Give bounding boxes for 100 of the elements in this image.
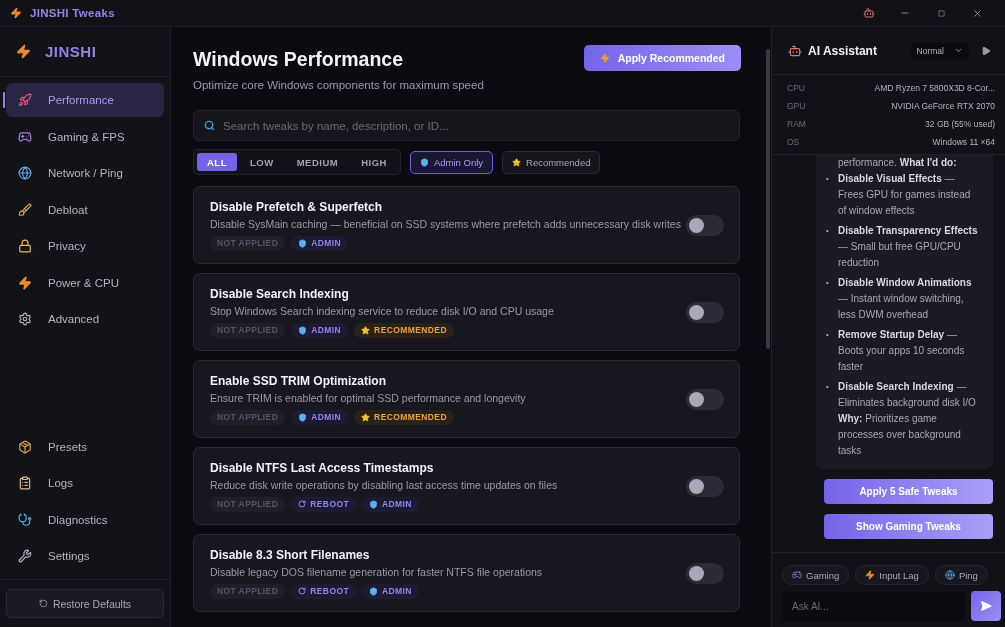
message-list-item: Disable Transparency Effects — Small but free GPU/CPU reduction [838,224,979,270]
level-tab[interactable]: HIGH [351,153,397,171]
tag: NOT APPLIED [210,583,286,599]
maximize-icon [937,9,945,17]
refresh-icon [298,500,307,508]
spec-value: NVIDIA GeForce RTX 2070 [890,100,995,112]
tag: RECOMMENDED [354,409,454,425]
shield-icon [369,586,378,596]
tag: REBOOT [291,496,356,512]
tweak-description: Disable legacy DOS filename generation for faster NTFS file operations [210,565,544,578]
message-text: performance. What I'd do: [837,156,958,170]
toggle-switch[interactable] [686,301,724,323]
globe-icon [18,166,32,180]
brand-name: JINSHI [45,43,97,60]
nav-item[interactable]: Presets [6,429,164,464]
tag: NOT APPLIED [210,322,286,338]
tag: ADMIN [362,583,419,599]
refresh-icon [298,587,307,595]
nav-item[interactable]: Logs [6,466,164,500]
stethoscope-icon [18,512,32,527]
mode-select[interactable]: Normal [910,42,969,59]
spec-value: 32 GB (55% used) [924,118,995,130]
restore-defaults-button[interactable]: Restore Defaults [6,589,164,618]
toggle-switch[interactable] [686,475,724,497]
chevron-down-icon [954,46,963,55]
suggestion-chip[interactable]: Gaming [782,565,850,585]
bullet: • [826,225,830,237]
suggestion-chip[interactable]: Ping [934,565,988,585]
search-input[interactable]: Search tweaks by name, description, or ID... [221,118,729,133]
message-text: Why: Prioritizes game processes over background tasks [837,412,962,458]
toggle-switch[interactable] [686,388,724,410]
rocket-icon [18,93,32,107]
gear-icon [18,312,32,326]
tag: NOT APPLIED [210,496,286,512]
nav-item[interactable]: Performance [6,83,164,117]
lightning-icon [865,570,876,580]
tag: ADMIN [291,409,349,425]
spec-label: RAM [787,118,806,130]
nav-item[interactable]: Settings [6,539,164,573]
tweak-title: Disable Prefetch & Superfetch [210,199,384,214]
spec-label: GPU [787,100,806,112]
tweak-description: Disable SysMain caching — beneficial on SSD systems where prefetch adds unnecessary disk writes [210,217,682,230]
tweak-title: Enable SSD TRIM Optimization [210,373,387,388]
bullet: • [826,277,830,289]
search-icon [204,120,215,131]
nav-item[interactable]: Diagnostics [6,502,164,537]
tag: RECOMMENDED [354,322,454,338]
apply-recommended-button[interactable]: Apply Recommended [583,45,741,71]
window-title: JINSHI Tweaks [30,7,115,19]
shield-icon [298,238,308,248]
wrench-icon [18,549,32,563]
nav-item[interactable]: Advanced [6,302,164,336]
shield-icon [298,412,308,422]
restore-icon [38,599,48,608]
package-icon [18,439,32,454]
spec-label: CPU [787,82,806,94]
tag: ADMIN [291,322,349,338]
filter-toggle[interactable]: Recommended [502,150,601,174]
nav-item[interactable]: Network / Ping [6,156,164,190]
bullet: • [826,329,830,341]
tweak-title: Disable 8.3 Short Filenames [210,547,371,562]
tweak-title: Disable NTFS Last Access Timestamps [210,460,435,475]
search-field[interactable]: Search tweaks by name, description, or ID... [193,110,740,141]
message-list-item: Disable Search Indexing — Eliminates background disk I/O [838,380,977,410]
brush-icon [18,202,32,217]
nav-item[interactable]: Power & CPU [6,265,164,300]
tweak-title: Disable Search Indexing [210,286,350,301]
bullet: • [826,173,830,185]
level-tab[interactable]: LOW [239,153,284,171]
gamepad-icon [792,570,802,580]
lightning-icon [599,53,610,63]
star-icon [361,412,371,422]
shield-icon [419,157,429,167]
message-list-item: Disable Visual Effects — Frees GPU for games instead of window effects [838,172,972,218]
lock-icon [18,239,32,253]
lightning-icon [10,7,22,19]
send-button[interactable] [971,591,1001,621]
star-icon [361,325,371,335]
play-icon [981,45,991,56]
suggestion-chip[interactable]: Input Lag [855,565,929,585]
lightning-icon [18,275,32,290]
page-title: Windows Performance [193,48,405,71]
level-tab[interactable]: MEDIUM [286,153,349,171]
tag: NOT APPLIED [210,409,286,425]
nav-item[interactable]: Debloat [6,192,164,227]
nav-item[interactable]: Privacy [6,229,164,263]
tag: ADMIN [291,235,349,251]
nav-item[interactable]: Gaming & FPS [6,119,164,154]
toggle-switch[interactable] [686,214,724,236]
tag: ADMIN [362,496,419,512]
ask-field[interactable]: Ask AI... [782,591,965,621]
star-icon [512,157,522,167]
toggle-switch[interactable] [686,562,724,584]
tweak-description: Stop Windows Search indexing service to reduce disk I/O and CPU usage [210,304,555,317]
tweak-description: Ensure TRIM is enabled for optimal SSD performance and longevity [210,391,527,404]
robot-icon [863,7,875,19]
level-tab[interactable]: ALL [197,153,237,171]
filter-toggle[interactable]: Admin Only [409,150,494,174]
close-icon [971,7,983,19]
message-list-item: Disable Window Animations — Instant window switching, less DWM overhead [838,276,973,322]
